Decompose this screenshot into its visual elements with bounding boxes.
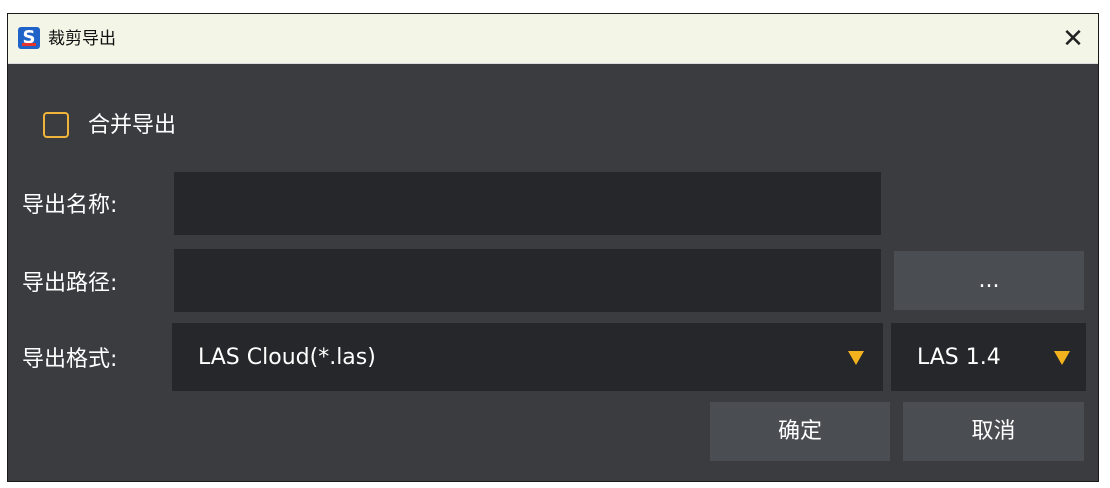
chevron-down-icon [1054, 351, 1070, 365]
merge-export-label: 合并导出 [88, 113, 177, 138]
cancel-button[interactable]: 取消 [903, 402, 1084, 461]
dialog-title: 裁剪导出 [48, 29, 116, 49]
las-version-value: LAS 1.4 [917, 345, 1001, 370]
browse-button[interactable]: ... [894, 251, 1084, 310]
ok-button[interactable]: 确定 [710, 402, 890, 461]
las-version-select[interactable]: LAS 1.4 [891, 323, 1086, 391]
export-name-label: 导出名称: [22, 193, 118, 218]
chevron-down-icon [848, 351, 864, 365]
close-icon[interactable]: ✕ [1056, 22, 1090, 56]
export-dialog: S 裁剪导出 ✕ 合并导出 导出名称: 导出路径: ... 导出格式: LAS … [7, 13, 1099, 482]
merge-export-checkbox[interactable] [43, 112, 69, 138]
export-name-input[interactable] [174, 172, 881, 235]
app-logo-icon: S [18, 27, 40, 49]
app-logo-letter: S [22, 27, 36, 48]
export-format-value: LAS Cloud(*.las) [198, 345, 376, 370]
export-format-select[interactable]: LAS Cloud(*.las) [172, 323, 883, 391]
export-format-label: 导出格式: [22, 347, 118, 372]
export-path-input[interactable] [174, 249, 881, 312]
export-path-label: 导出路径: [22, 271, 118, 296]
title-bar: S 裁剪导出 ✕ [8, 14, 1098, 64]
